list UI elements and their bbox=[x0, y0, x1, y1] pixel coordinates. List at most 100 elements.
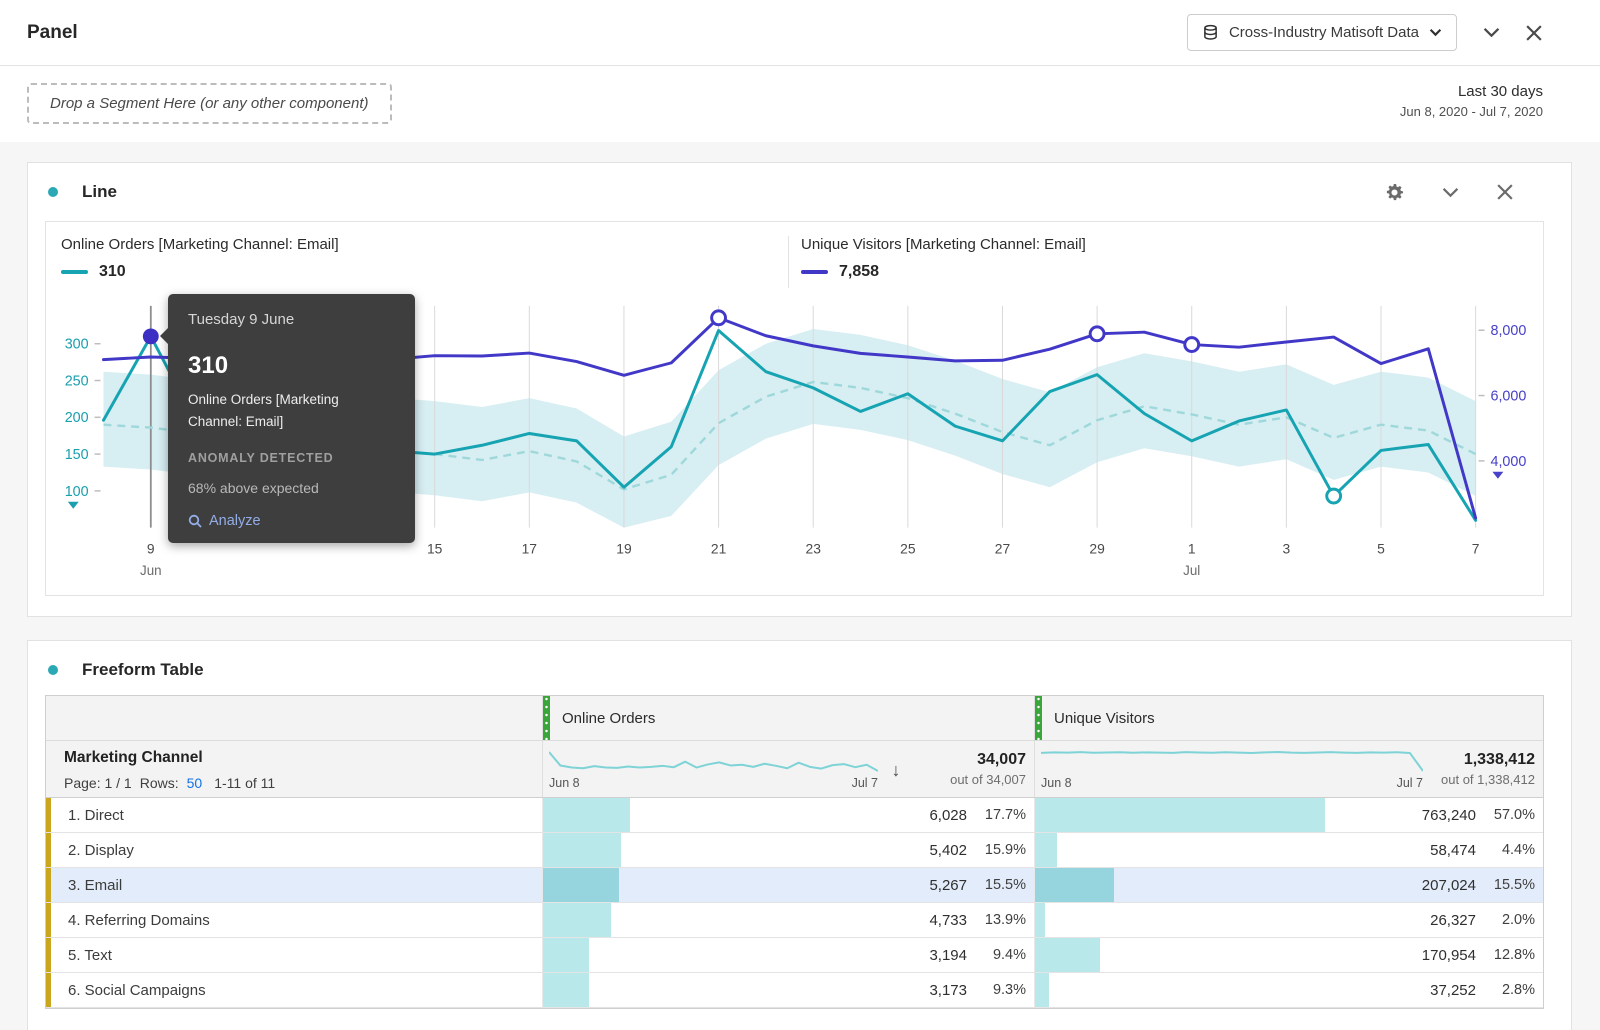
svg-text:3: 3 bbox=[1282, 540, 1290, 556]
row-label: 3. Email bbox=[68, 877, 122, 894]
metric-cell[interactable]: 5,402 15.9% bbox=[542, 833, 1034, 867]
metric-bar bbox=[543, 798, 630, 832]
svg-text:4,000: 4,000 bbox=[1490, 454, 1526, 470]
database-icon bbox=[1202, 24, 1219, 41]
column-drag-handle-icon[interactable] bbox=[1035, 696, 1042, 740]
svg-text:6,000: 6,000 bbox=[1490, 388, 1526, 404]
metric-cell[interactable]: 26,3272.0% bbox=[1034, 903, 1543, 937]
table-corner-cell bbox=[46, 696, 542, 740]
metric-bar bbox=[1035, 973, 1049, 1007]
column-header-online-orders[interactable]: Online Orders bbox=[542, 696, 1034, 740]
metric-cell[interactable]: 3,1949.4% bbox=[542, 938, 1034, 972]
settings-gear-icon[interactable] bbox=[1385, 183, 1404, 202]
column-total: 34,007 bbox=[914, 751, 1026, 769]
unique-visitors-sparkline bbox=[1041, 749, 1423, 775]
metric-percent: 9.3% bbox=[976, 982, 1026, 998]
column-summary-online-orders: Jun 8 Jul 7 ↓ 34,007 out of 34,007 bbox=[542, 741, 1034, 797]
legend-value: 310 bbox=[99, 263, 126, 281]
tooltip-value: 310 bbox=[188, 352, 395, 380]
svg-text:5: 5 bbox=[1377, 540, 1385, 556]
metric-percent: 15.5% bbox=[1485, 877, 1535, 893]
column-summary-unique-visitors: Jun 8 Jul 7 1,338,412 out of 1,338,412 bbox=[1034, 741, 1543, 797]
legend-online-orders[interactable]: Online Orders [Marketing Channel: Email]… bbox=[61, 236, 788, 281]
metric-cell[interactable]: 6,02817.7% bbox=[542, 798, 1034, 832]
metric-value: 3,173 bbox=[929, 982, 967, 999]
metric-value: 37,252 bbox=[1430, 982, 1476, 999]
column-name: Online Orders bbox=[562, 710, 655, 727]
collapse-panel-button[interactable] bbox=[1483, 27, 1500, 38]
close-visualization-button[interactable] bbox=[1497, 184, 1513, 200]
svg-text:25: 25 bbox=[900, 540, 916, 556]
row-label: 4. Referring Domains bbox=[68, 912, 210, 929]
metric-cell[interactable]: 5,26715.5% bbox=[542, 868, 1034, 902]
row-label-cell[interactable]: 6. Social Campaigns bbox=[46, 973, 542, 1007]
magnifier-icon bbox=[188, 514, 202, 528]
metric-cell[interactable]: 3,173 9.3% bbox=[542, 973, 1034, 1007]
metric-cell[interactable]: 4,73313.9% bbox=[542, 903, 1034, 937]
close-icon bbox=[1526, 25, 1542, 41]
column-out-of: out of 34,007 bbox=[914, 772, 1026, 787]
dataset-label: Cross-Industry Matisoft Data bbox=[1229, 24, 1419, 41]
svg-text:27: 27 bbox=[995, 540, 1011, 556]
collapse-visualization-button[interactable] bbox=[1442, 187, 1459, 198]
table-row[interactable]: 4. Referring Domains 4,73313.9%26,3272.0% bbox=[46, 903, 1543, 938]
svg-text:Jun: Jun bbox=[140, 563, 162, 578]
metric-percent: 15.9% bbox=[976, 842, 1026, 858]
metric-cell[interactable]: 170,95412.8% bbox=[1034, 938, 1543, 972]
dimension-header[interactable]: Marketing Channel Page: 1 / 1 Rows: 50 1… bbox=[46, 741, 542, 797]
metric-bar bbox=[543, 868, 619, 902]
analyze-link[interactable]: Analyze bbox=[188, 513, 395, 529]
metric-value: 4,733 bbox=[929, 912, 967, 929]
panel-content: Line Online Orders [Marketing Channel: E… bbox=[0, 142, 1600, 1030]
svg-text:300: 300 bbox=[65, 337, 89, 353]
metric-cell[interactable]: 37,252 2.8% bbox=[1034, 973, 1543, 1007]
metric-bar bbox=[543, 938, 589, 972]
table-row[interactable]: 6. Social Campaigns 3,173 9.3% 37,252 2.8% bbox=[46, 973, 1543, 1008]
row-label-cell[interactable]: 3. Email bbox=[46, 868, 542, 902]
metric-value: 5,267 bbox=[929, 877, 967, 894]
close-panel-button[interactable] bbox=[1526, 25, 1542, 41]
line-chart-container: Online Orders [Marketing Channel: Email]… bbox=[45, 221, 1544, 596]
metric-bar bbox=[1035, 833, 1057, 867]
metric-cell[interactable]: 58,4744.4% bbox=[1034, 833, 1543, 867]
pager-rows-label: Rows: bbox=[140, 775, 179, 791]
table-row[interactable]: 3. Email5,26715.5%207,02415.5% bbox=[46, 868, 1543, 903]
metric-value: 5,402 bbox=[929, 842, 967, 859]
visualization-title: Line bbox=[82, 182, 1385, 202]
sort-descending-icon[interactable]: ↓ bbox=[878, 748, 914, 792]
dataset-selector[interactable]: Cross-Industry Matisoft Data bbox=[1187, 14, 1457, 51]
svg-text:19: 19 bbox=[616, 540, 632, 556]
panel-subheader: Drop a Segment Here (or any other compon… bbox=[0, 66, 1600, 142]
column-header-unique-visitors[interactable]: Unique Visitors bbox=[1034, 696, 1543, 740]
row-label: 6. Social Campaigns bbox=[68, 982, 206, 999]
svg-text:23: 23 bbox=[805, 540, 821, 556]
column-drag-handle-icon[interactable] bbox=[543, 696, 550, 740]
legend-unique-visitors[interactable]: Unique Visitors [Marketing Channel: Emai… bbox=[801, 236, 1528, 281]
table-row[interactable]: 1. Direct6,02817.7%763,24057.0% bbox=[46, 798, 1543, 833]
chart-legend: Online Orders [Marketing Channel: Email]… bbox=[46, 222, 1543, 298]
column-name: Unique Visitors bbox=[1054, 710, 1155, 727]
segment-dropzone-label: Drop a Segment Here (or any other compon… bbox=[50, 95, 369, 112]
visualization-dot-icon bbox=[48, 187, 58, 197]
spark-end-date: Jul 7 bbox=[1397, 776, 1423, 790]
table-row[interactable]: 5. Text 3,1949.4%170,95412.8% bbox=[46, 938, 1543, 973]
chevron-down-icon bbox=[1429, 28, 1442, 37]
freeform-table: Online Orders Unique Visitors Marketing … bbox=[45, 695, 1544, 1009]
row-label-cell[interactable]: 1. Direct bbox=[46, 798, 542, 832]
row-label: 5. Text bbox=[68, 947, 112, 964]
metric-cell[interactable]: 207,02415.5% bbox=[1034, 868, 1543, 902]
svg-text:100: 100 bbox=[65, 484, 89, 500]
metric-percent: 2.8% bbox=[1485, 982, 1535, 998]
row-label-cell[interactable]: 2. Display bbox=[46, 833, 542, 867]
row-label-cell[interactable]: 4. Referring Domains bbox=[46, 903, 542, 937]
segment-dropzone[interactable]: Drop a Segment Here (or any other compon… bbox=[27, 83, 392, 124]
metric-cell[interactable]: 763,24057.0% bbox=[1034, 798, 1543, 832]
row-label-cell[interactable]: 5. Text bbox=[46, 938, 542, 972]
date-range-picker[interactable]: Last 30 days Jun 8, 2020 - Jul 7, 2020 bbox=[1400, 83, 1543, 119]
metric-percent: 57.0% bbox=[1485, 807, 1535, 823]
metric-bar bbox=[1035, 903, 1045, 937]
pager-rows-link[interactable]: 50 bbox=[187, 775, 203, 791]
chevron-down-icon bbox=[1483, 27, 1500, 38]
table-row[interactable]: 2. Display 5,402 15.9% 58,4744.4% bbox=[46, 833, 1543, 868]
svg-text:Jul: Jul bbox=[1183, 563, 1200, 578]
